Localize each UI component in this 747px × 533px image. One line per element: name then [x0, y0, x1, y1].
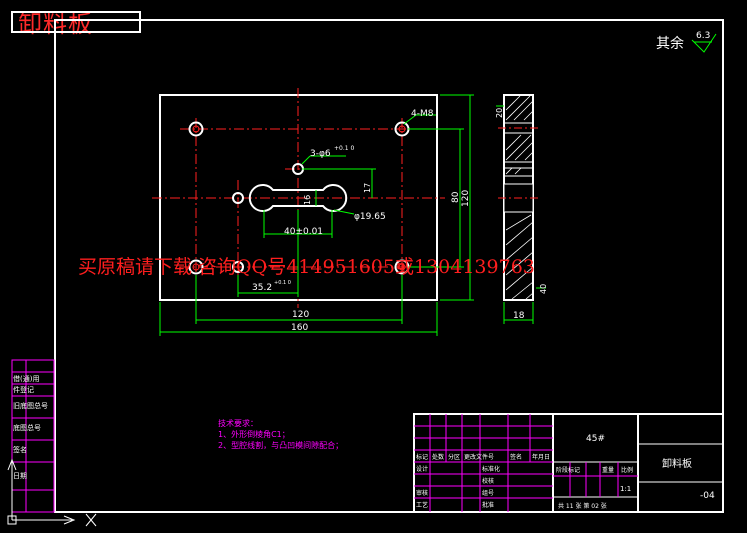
row-label: 批准	[482, 501, 494, 509]
title-tab	[11, 11, 141, 33]
row-label: 审核	[416, 489, 428, 497]
stage-header: 阶段标记	[556, 466, 580, 474]
rev-header: 年月日	[532, 453, 550, 461]
strip-label: 底图总号	[13, 423, 41, 432]
row-label: 设计	[416, 465, 428, 473]
mid-label: 校核	[482, 477, 494, 485]
strip-label: 日期	[13, 472, 27, 480]
notes-line2: 2、型腔线割，与凸凹模间隙配合；	[218, 440, 343, 450]
strip-label: 件登记	[13, 385, 34, 394]
scale-value: 1:1	[620, 485, 631, 493]
row-label: 工艺	[416, 501, 428, 509]
stage-header: 比例	[621, 466, 633, 474]
strip-label: 旧底图总号	[13, 401, 48, 410]
sheet-info: 共 11 张 第 02 张	[558, 502, 607, 510]
slot-width: 16	[303, 195, 312, 205]
notes-heading: 技术要求：	[218, 418, 258, 428]
drawing-canvas: 卸料板 借(通)用 件登记 旧底图总号 底图总号 签名 日期 其余 6.3 4-…	[0, 0, 747, 533]
dim-18: 18	[513, 311, 525, 321]
dim-352: 35.2	[252, 283, 272, 293]
roughness-value: 6.3	[696, 31, 710, 41]
strip-label: 借(通)用	[13, 374, 39, 383]
row-label: 标准化	[482, 465, 500, 473]
dim-352-tol: +0.1 0	[274, 280, 291, 286]
surface-label: 其余	[656, 35, 684, 52]
rev-header: 处数	[432, 453, 444, 461]
watermark-text: 买原稿请下载 咨询QQ号414951605或1304139763	[78, 256, 535, 278]
rev-header: 标记	[416, 453, 428, 461]
part-name: 卸料板	[662, 457, 692, 470]
callout-holes: 4-M8	[411, 109, 434, 119]
drawing-number: -04	[700, 491, 715, 501]
pins-tol: +0.1 0	[334, 145, 354, 152]
dim-40-side: 40	[539, 284, 548, 294]
dim-80: 80	[451, 191, 461, 203]
notes-line1: 1、外形倒棱角C1；	[218, 429, 290, 439]
callout-pins: 3-φ6	[310, 149, 331, 159]
material: 45#	[586, 434, 605, 444]
side-view: 18 20 40	[495, 94, 548, 324]
dim-20-side: 20	[495, 108, 504, 118]
rev-header: 更改文件号	[464, 453, 494, 461]
stage-header: 重量	[602, 466, 614, 474]
rev-header: 签名	[510, 453, 522, 461]
rev-header: 分区	[448, 453, 460, 461]
dim-120-w: 120	[292, 310, 309, 320]
ucs-icon	[7, 458, 97, 527]
dim-40: 40±0.01	[284, 227, 323, 237]
slot-dia: φ19.65	[354, 212, 386, 222]
dim-160: 160	[291, 323, 308, 333]
mid-label: 组号	[482, 489, 494, 497]
strip-label: 签名	[13, 445, 27, 454]
dim-120-h: 120	[461, 190, 471, 207]
slot-height: 17	[363, 183, 372, 193]
